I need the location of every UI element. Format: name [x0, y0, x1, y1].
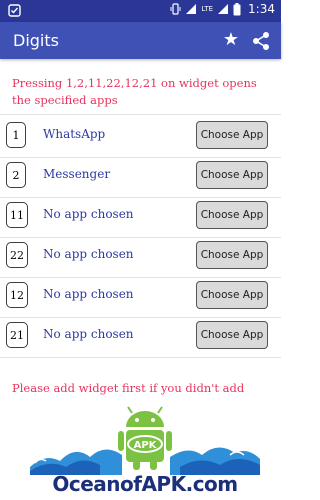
digit-badge: 11 [6, 202, 28, 228]
android-apk-logo-icon: APK [30, 406, 260, 475]
digit-badge: 1 [6, 122, 26, 148]
divider [0, 357, 281, 358]
signal-icon [186, 4, 197, 14]
vibrate-icon [170, 3, 181, 15]
list-item: 21 No app chosen Choose App [0, 317, 281, 358]
digit-badge: 22 [6, 242, 28, 268]
intro-text: Pressing 1,2,11,22,12,21 on widget opens… [12, 76, 257, 107]
app-name: WhatsApp [43, 127, 106, 141]
choose-app-button[interactable]: Choose App [196, 241, 268, 269]
signal-strength-icon [218, 4, 229, 14]
list-item: 2 Messenger Choose App [0, 157, 281, 198]
list-item: 22 No app chosen Choose App [0, 237, 281, 278]
divider [0, 114, 281, 115]
apk-logo-text: APK [134, 440, 158, 451]
list-item: 11 No app chosen Choose App [0, 197, 281, 238]
list-item: 1 WhatsApp Choose App [0, 117, 281, 158]
choose-app-button[interactable]: Choose App [196, 321, 268, 349]
footer-note: Please add widget first if you didn't ad… [12, 381, 245, 395]
app-name: No app chosen [43, 247, 134, 261]
choose-app-button[interactable]: Choose App [196, 121, 268, 149]
choose-app-button[interactable]: Choose App [196, 161, 268, 189]
app-name: No app chosen [43, 287, 134, 301]
clock: 1:34 [248, 2, 275, 16]
app-name: Messenger [43, 167, 111, 181]
digit-badge: 21 [6, 322, 28, 348]
brand-text: OceanofAPK.com [52, 472, 238, 496]
app-name: No app chosen [43, 207, 134, 221]
list-item: 12 No app chosen Choose App [0, 277, 281, 318]
digit-badge: 2 [6, 162, 26, 188]
share-icon[interactable] [250, 30, 272, 52]
status-bar: LTE 1:34 [0, 0, 281, 22]
star-icon[interactable]: ★ [220, 30, 242, 52]
choose-app-button[interactable]: Choose App [196, 281, 268, 309]
app-title: Digits [13, 31, 59, 50]
battery-icon [233, 2, 241, 15]
digit-badge: 12 [6, 282, 28, 308]
watermark-logo: APK OceanofAPK.com [30, 405, 260, 500]
app-name: No app chosen [43, 327, 134, 341]
app-bar: Digits ★ [0, 22, 281, 59]
choose-app-button[interactable]: Choose App [196, 201, 268, 229]
network-type: LTE [201, 5, 214, 13]
notification-icon [8, 4, 21, 17]
